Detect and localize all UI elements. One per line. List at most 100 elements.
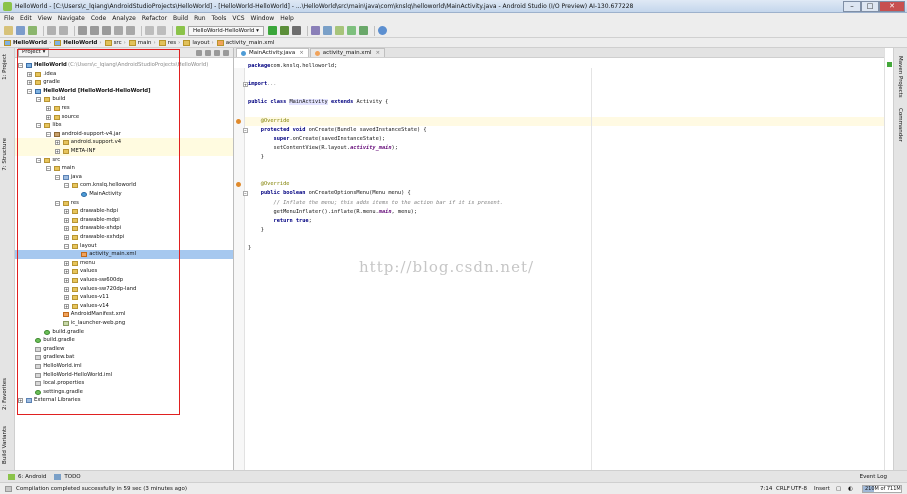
menu-file[interactable]: File (4, 15, 14, 22)
line-separator[interactable]: CRLF (776, 486, 790, 492)
tree-row[interactable]: − layout (15, 242, 233, 251)
run-icon[interactable] (267, 26, 277, 35)
file-encoding[interactable]: UTF-8 (791, 486, 807, 492)
tree-row[interactable]: HelloWorld.iml (15, 362, 233, 371)
maximize-button[interactable]: □ (861, 1, 879, 12)
collapse-all-icon[interactable] (205, 50, 211, 56)
hector-icon[interactable]: ◐ (848, 486, 853, 492)
cut-icon[interactable] (78, 26, 87, 35)
menu-edit[interactable]: Edit (20, 15, 32, 22)
expand-icon[interactable]: + (45, 106, 51, 111)
replace-icon[interactable] (126, 26, 135, 35)
tree-row[interactable]: + External Libraries (15, 396, 233, 405)
collapse-icon[interactable]: − (18, 63, 23, 68)
attach-debugger-icon[interactable] (291, 26, 301, 35)
expand-icon[interactable]: + (64, 217, 69, 223)
collapse-icon[interactable]: − (54, 174, 60, 180)
redo-icon[interactable] (59, 26, 68, 35)
sync-scroll-icon[interactable] (196, 50, 202, 56)
project-view-select[interactable]: Project ▾ (18, 48, 50, 57)
expand-icon[interactable]: + (54, 140, 60, 146)
project-tool-tab[interactable]: 1: Project (2, 54, 8, 80)
tree-row[interactable]: + META-INF (15, 147, 233, 156)
make-project-icon[interactable] (176, 26, 185, 35)
favorites-tool-tab[interactable]: 2: Favorites (2, 378, 8, 410)
close-button[interactable]: ✕ (879, 1, 905, 12)
menu-code[interactable]: Code (91, 15, 106, 22)
expand-icon[interactable]: + (64, 278, 69, 283)
expand-icon[interactable]: + (64, 269, 69, 275)
build-variants-tool-tab[interactable]: Build Variants (2, 426, 8, 464)
tree-row[interactable]: MainActivity (15, 190, 233, 199)
project-structure-icon[interactable] (310, 26, 320, 35)
undo-icon[interactable] (47, 26, 56, 35)
menu-vcs[interactable]: VCS (232, 15, 244, 22)
tree-row[interactable]: − com.knslq.helloworld (15, 181, 233, 190)
sync-icon[interactable] (28, 26, 37, 35)
code-editor[interactable]: http://blog.csdn.net/ packagecom.knslq.h… (234, 58, 884, 480)
expand-icon[interactable]: + (54, 149, 60, 154)
collapse-fold-icon[interactable]: − (243, 127, 248, 133)
debug-icon[interactable] (279, 26, 289, 35)
tree-row[interactable]: + .idea (15, 70, 233, 79)
tree-row[interactable]: gradlew (15, 345, 233, 354)
menu-tools[interactable]: Tools (212, 15, 227, 22)
tab-activity_main-xml[interactable]: activity_main.xml × (309, 48, 386, 57)
menu-analyze[interactable]: Analyze (112, 15, 136, 22)
tree-row[interactable]: + drawable-hdpi (15, 207, 233, 216)
settings-icon[interactable] (322, 26, 332, 35)
memory-indicator[interactable]: 210M of 711M (862, 485, 902, 493)
maven-projects-tool-tab[interactable]: Maven Projects (897, 56, 903, 98)
close-tab-icon[interactable]: × (299, 49, 304, 57)
tree-row[interactable]: − main (15, 164, 233, 173)
breadcrumb-item[interactable]: activity_main.xml (216, 39, 274, 46)
breadcrumb-item[interactable]: layout › (183, 39, 214, 46)
tree-row[interactable]: + android.support.v4 (15, 138, 233, 147)
tree-row[interactable]: − HelloWorld [HelloWorld-HelloWorld] (15, 87, 233, 96)
breadcrumb-item[interactable]: res › (158, 39, 180, 46)
commander-tool-tab[interactable]: Commander (897, 108, 903, 142)
tree-row[interactable]: − java (15, 173, 233, 182)
tree-row[interactable]: + values-sw600dp (15, 276, 233, 285)
tree-row[interactable]: HelloWorld-HelloWorld.iml (15, 371, 233, 380)
collapse-icon[interactable]: − (45, 166, 51, 172)
tree-row[interactable]: − android-support-v4.jar (15, 130, 233, 139)
breadcrumb-item[interactable]: src › (104, 39, 126, 46)
tree-row[interactable]: − libs (15, 121, 233, 130)
collapse-icon[interactable]: − (27, 88, 33, 94)
tree-row[interactable]: build.gradle (15, 336, 233, 345)
hide-panel-icon[interactable] (223, 50, 229, 56)
menu-view[interactable]: View (38, 15, 52, 22)
collapse-icon[interactable]: − (64, 243, 69, 249)
structure-tool-tab[interactable]: 7: Structure (2, 138, 8, 171)
android-tool-tab[interactable]: 6: Android (8, 473, 46, 480)
save-icon[interactable] (16, 26, 25, 35)
avd-manager-icon[interactable] (346, 26, 356, 35)
back-icon[interactable] (145, 26, 154, 35)
collapse-icon[interactable]: − (45, 131, 51, 137)
paste-icon[interactable] (102, 26, 111, 35)
close-tab-icon[interactable]: × (375, 49, 380, 57)
override-marker-icon[interactable] (236, 118, 241, 124)
collapse-icon[interactable]: − (64, 183, 69, 189)
tree-row[interactable]: settings.gradle (15, 388, 233, 397)
tree-row[interactable]: build.gradle (15, 328, 233, 337)
tree-row[interactable]: AndroidManifest.xml (15, 310, 233, 319)
collapse-icon[interactable]: − (36, 97, 42, 103)
menu-refactor[interactable]: Refactor (142, 15, 167, 22)
expand-icon[interactable]: + (64, 235, 69, 240)
sdk-manager-icon[interactable] (334, 26, 344, 35)
collapse-icon[interactable]: − (54, 200, 60, 206)
collapse-fold-icon[interactable]: − (243, 191, 248, 197)
tree-row[interactable]: − res (15, 199, 233, 208)
menu-run[interactable]: Run (194, 15, 206, 22)
menu-help[interactable]: Help (280, 15, 294, 22)
copy-icon[interactable] (90, 26, 99, 35)
breadcrumb-item[interactable]: main › (128, 39, 156, 46)
tree-row[interactable]: + drawable-mdpi (15, 216, 233, 225)
open-icon[interactable] (4, 26, 13, 35)
expand-icon[interactable]: + (64, 226, 69, 232)
minimize-button[interactable]: – (843, 1, 861, 12)
tree-row[interactable]: + values (15, 267, 233, 276)
menu-window[interactable]: Window (251, 15, 275, 22)
